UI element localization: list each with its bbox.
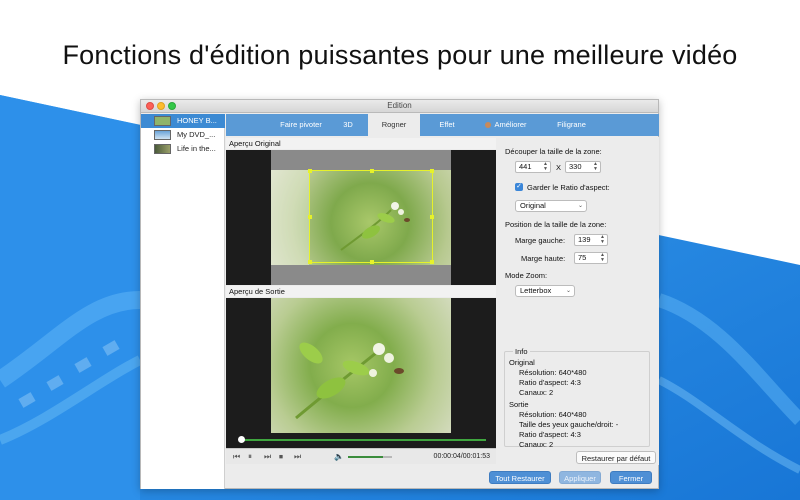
window-title: Edition — [387, 101, 412, 110]
keep-ratio-checkbox[interactable]: ✓ — [515, 183, 523, 191]
title-bar: Edition — [141, 100, 658, 113]
edit-tabs: Faire pivoter 3D Rogner Effet Améliorer … — [226, 114, 659, 136]
file-label: HONEY B... — [177, 116, 217, 125]
file-list: HONEY B... My DVD_... Life in the... — [141, 114, 225, 489]
margin-left-field[interactable]: 139 ▲ ▼ — [574, 234, 608, 246]
pause-icon[interactable]: ⏸ — [248, 452, 252, 461]
file-item-dvd[interactable]: My DVD_... — [141, 128, 225, 142]
tab-watermark[interactable]: Filigrane — [544, 114, 599, 136]
crop-handle[interactable] — [430, 169, 434, 173]
seek-track[interactable] — [240, 439, 486, 441]
tab-crop[interactable]: Rogner — [368, 114, 420, 136]
ratio-select-value: Original — [520, 201, 546, 210]
zoom-mode-select[interactable]: Letterbox ⌄ — [515, 285, 575, 297]
crop-handle[interactable] — [370, 169, 374, 173]
original-preview — [226, 150, 496, 285]
info-output-resolution: Résolution: 640*480 — [519, 410, 587, 419]
margin-left-label: Marge gauche: — [515, 236, 566, 245]
stepper-arrows-icon[interactable]: ▲ ▼ — [600, 235, 605, 245]
reset-all-button[interactable]: Tout Restaurer — [489, 471, 551, 484]
tab-enhance[interactable]: Améliorer — [476, 114, 536, 136]
crop-size-label: Découper la taille de la zone: — [505, 147, 602, 156]
volume-icon[interactable]: 🔈 — [334, 452, 344, 461]
output-frame — [271, 298, 451, 433]
output-preview — [226, 298, 496, 433]
info-original-heading: Original — [509, 358, 535, 367]
ratio-select[interactable]: Original ⌄ — [515, 200, 587, 212]
headline: Fonctions d'édition puissantes pour une … — [62, 40, 738, 70]
info-original-ratio: Ratio d'aspect: 4:3 — [519, 378, 581, 387]
stop-icon[interactable]: ⏹ — [279, 452, 283, 461]
flower-illustration — [295, 342, 404, 420]
info-output-ratio: Ratio d'aspect: 4:3 — [519, 430, 581, 439]
file-label: Life in the... — [177, 144, 216, 153]
file-item-honey[interactable]: HONEY B... — [141, 114, 225, 128]
margin-top-label: Marge haute: — [521, 254, 566, 263]
crop-height-field[interactable]: 330 ▲ ▼ — [565, 161, 601, 173]
crop-handle[interactable] — [308, 260, 312, 264]
seek-handle[interactable] — [238, 436, 245, 443]
file-thumbnail — [154, 144, 171, 154]
zoom-mode-value: Letterbox — [520, 286, 552, 295]
size-separator: X — [556, 163, 562, 172]
info-output-eye-size: Taille des yeux gauche/droit: - — [519, 420, 619, 429]
skip-back-icon[interactable]: ⏮ — [233, 452, 240, 461]
playback-controls: ⏮ ⏸ ⏭ ⏹ ⏭ 🔈 00:00:04/00:01:53 — [226, 448, 496, 464]
position-label: Position de la taille de la zone: — [505, 220, 607, 229]
file-thumbnail — [154, 116, 171, 126]
playback-time: 00:00:04/00:01:53 — [433, 453, 490, 460]
chevron-down-icon: ⌄ — [565, 288, 571, 294]
stepper-arrows-icon[interactable]: ▲ ▼ — [600, 253, 605, 263]
seek-bar-area — [226, 433, 496, 448]
original-preview-label: Aperçu Original — [226, 138, 496, 149]
skip-forward-icon[interactable]: ⏭ — [264, 452, 271, 461]
crop-handle[interactable] — [308, 215, 312, 219]
info-output-channels: Canaux: 2 — [519, 440, 554, 449]
info-original-resolution: Résolution: 640*480 — [519, 368, 587, 377]
crop-settings-panel: Découper la taille de la zone: 441 ▲ ▼ X … — [497, 137, 659, 465]
crop-handle[interactable] — [308, 169, 312, 173]
apply-button[interactable]: Appliquer — [559, 471, 601, 484]
crop-handle[interactable] — [430, 260, 434, 264]
stepper-arrows-icon[interactable]: ▲ ▼ — [593, 162, 598, 172]
stepper-arrows-icon[interactable]: ▲ ▼ — [543, 162, 548, 172]
crop-height-value: 330 — [569, 162, 582, 171]
zoom-mode-label: Mode Zoom: — [505, 271, 548, 280]
reset-default-button[interactable]: Restaurer par défaut — [576, 451, 656, 464]
crop-width-field[interactable]: 441 ▲ ▼ — [515, 161, 551, 173]
chevron-down-icon: ⌄ — [577, 203, 583, 209]
enhance-icon — [485, 122, 492, 128]
crop-width-value: 441 — [519, 162, 532, 171]
edit-window: Edition HONEY B... My DVD_... Life in th… — [140, 99, 659, 489]
next-frame-icon[interactable]: ⏭ — [294, 452, 301, 461]
flower-illustration — [340, 202, 410, 251]
info-box: Info Original Résolution: 640*480 Ratio … — [504, 347, 650, 449]
crop-handle[interactable] — [370, 260, 374, 264]
tab-rotate[interactable]: Faire pivoter — [271, 114, 331, 136]
file-label: My DVD_... — [177, 130, 216, 139]
file-item-life[interactable]: Life in the... — [141, 142, 225, 156]
close-button[interactable]: Fermer — [610, 471, 652, 484]
margin-left-value: 139 — [578, 235, 591, 244]
margin-top-value: 75 — [578, 253, 587, 262]
tab-3d[interactable]: 3D — [333, 114, 363, 136]
info-original-channels: Canaux: 2 — [519, 388, 554, 397]
original-frame — [271, 150, 451, 285]
tab-enhance-label: Améliorer — [494, 120, 527, 129]
margin-top-field[interactable]: 75 ▲ ▼ — [574, 252, 608, 264]
info-title: Info — [513, 347, 530, 356]
output-preview-label: Aperçu de Sortie — [226, 286, 496, 297]
crop-shade-left — [271, 170, 309, 265]
keep-ratio-label: Garder le Ratio d'aspect: — [527, 183, 610, 192]
info-output-heading: Sortie — [509, 400, 529, 409]
volume-slider-fill — [348, 456, 383, 458]
tab-effect[interactable]: Effet — [426, 114, 468, 136]
file-thumbnail — [154, 130, 171, 140]
